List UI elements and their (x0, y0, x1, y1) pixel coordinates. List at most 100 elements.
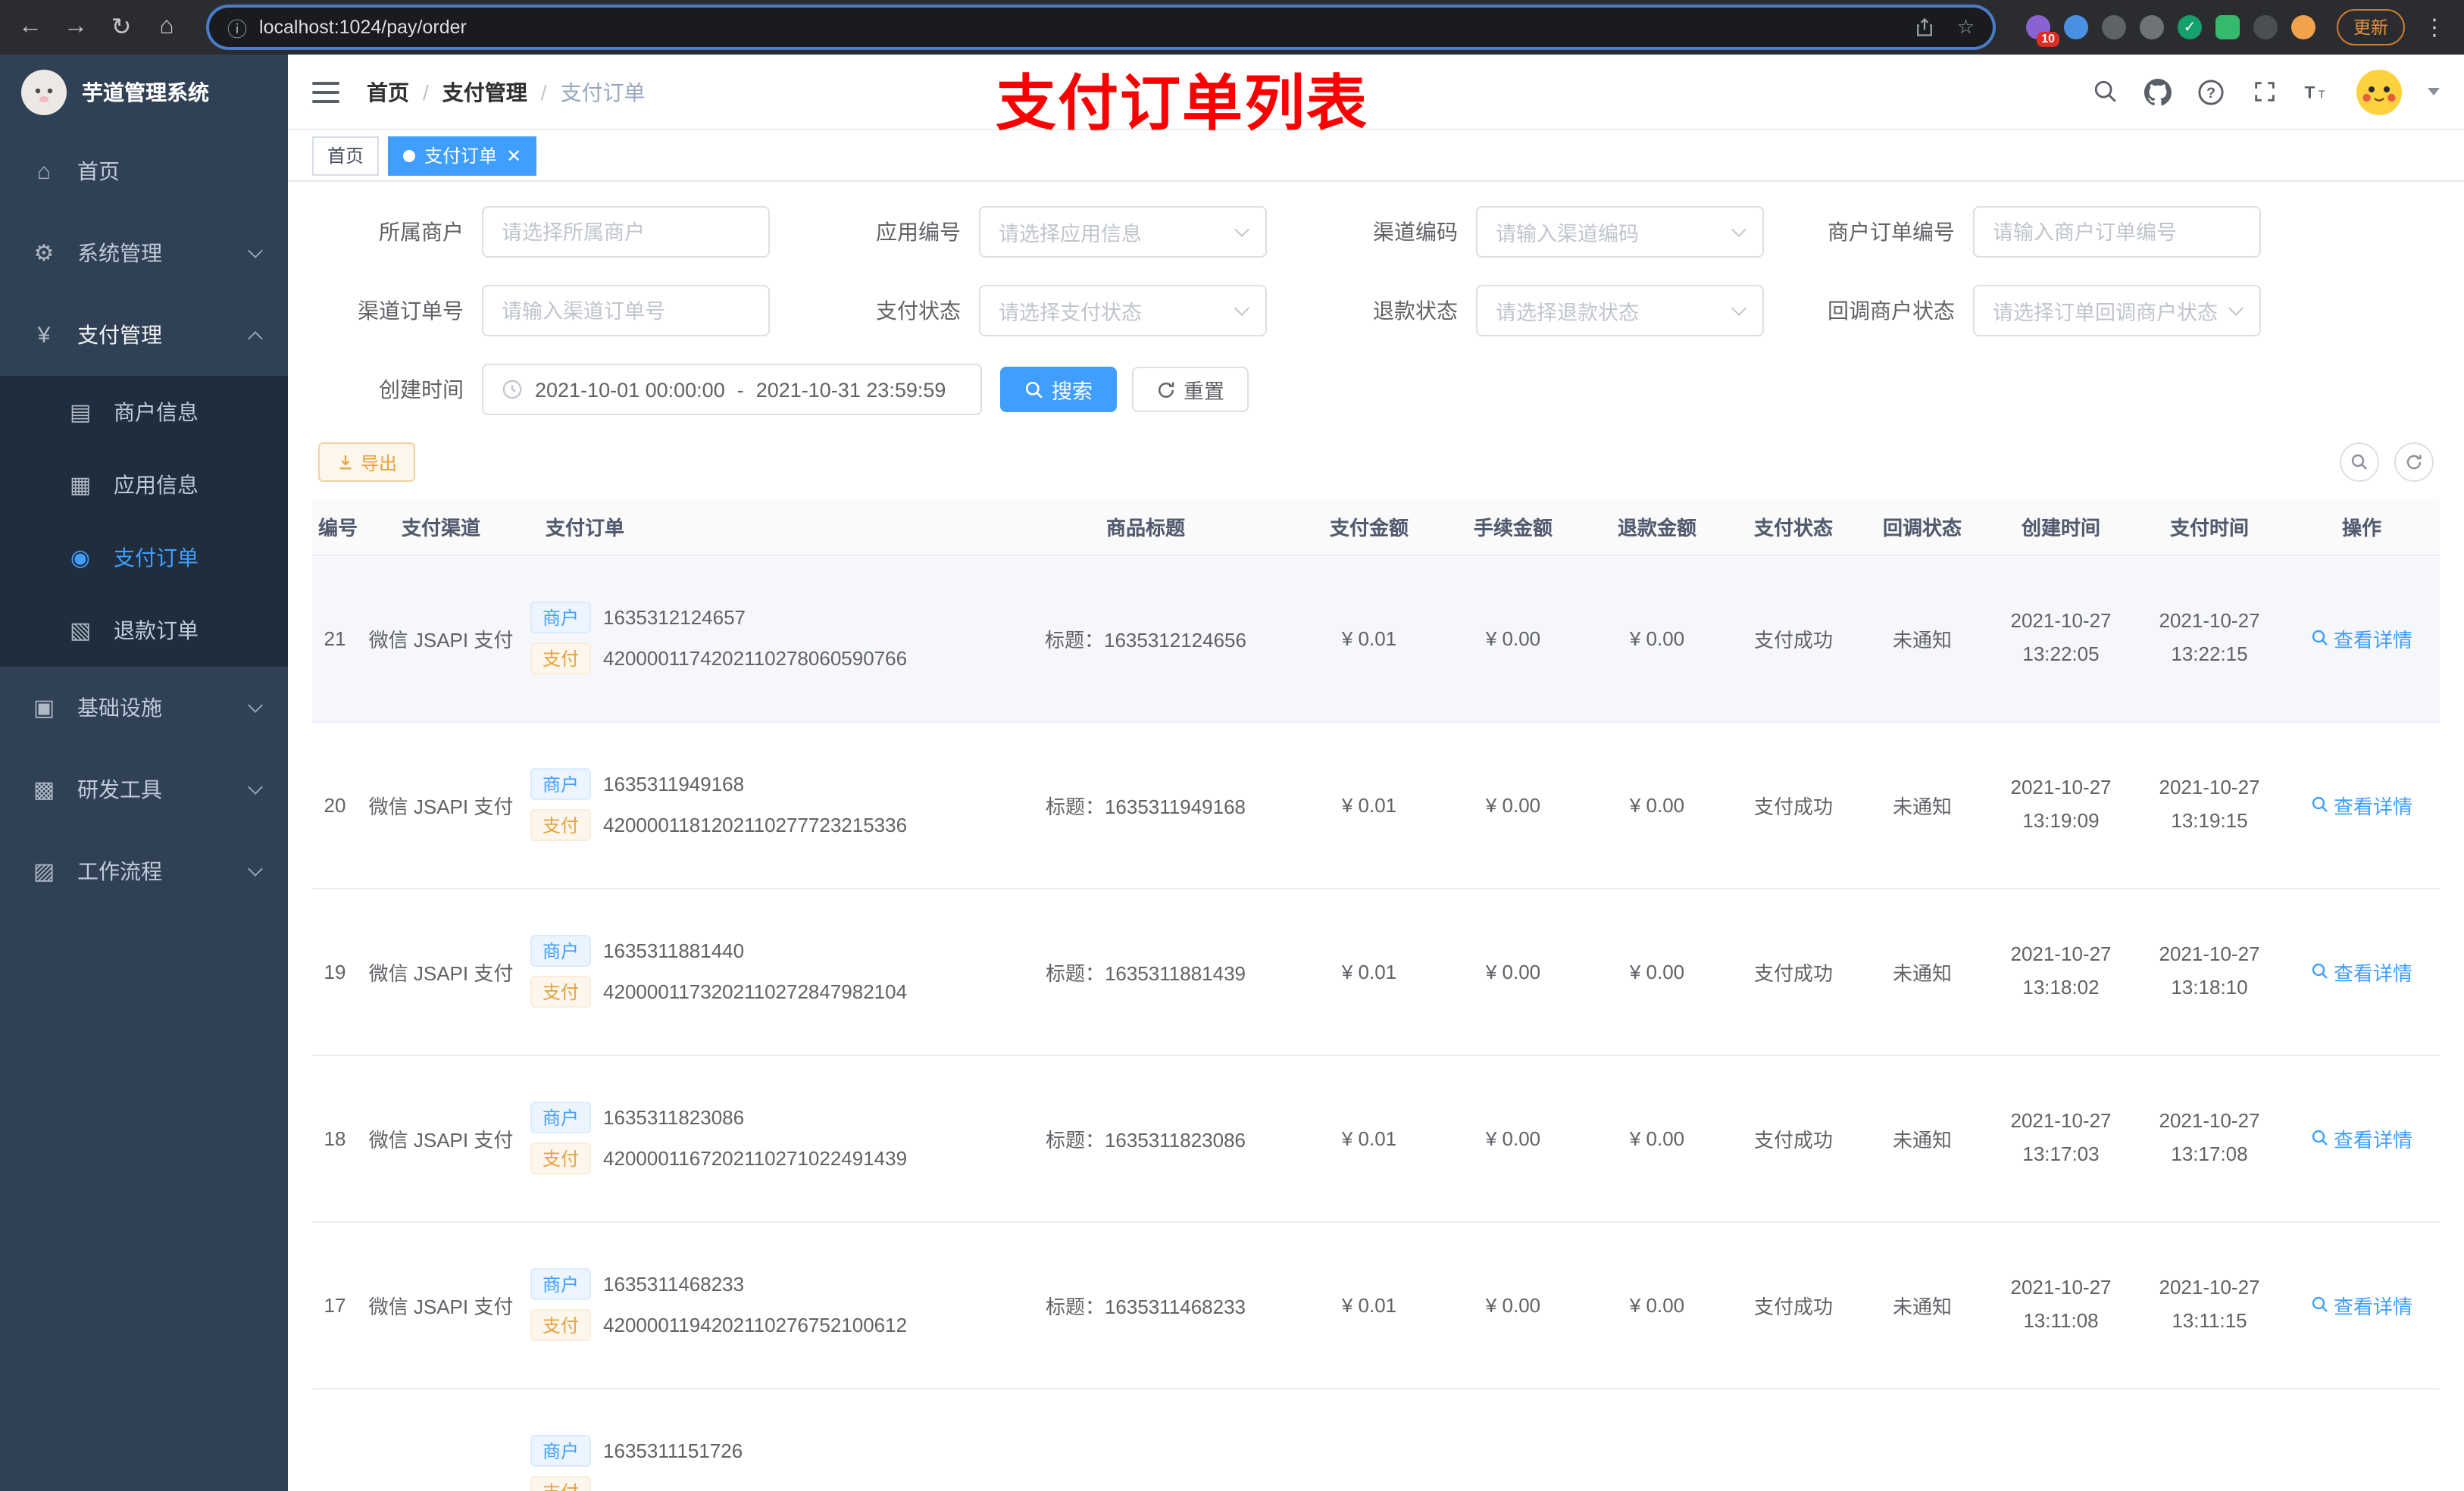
pay-tag: 支付 (530, 809, 592, 841)
merchant-order-no: 1635311823086 (603, 1106, 745, 1129)
table-row[interactable]: 20 微信 JSAPI 支付 商户 1635311949168 支付 4200001… (312, 721, 2440, 889)
date-start: 2021-10-01 00:00:00 (535, 378, 725, 401)
breadcrumb-current: 支付订单 (560, 80, 646, 104)
cell-amount: ¥ 0.01 (1297, 1055, 1441, 1222)
view-detail-link[interactable]: 查看详情 (2311, 1124, 2412, 1152)
extension-icon-2[interactable] (2064, 15, 2088, 39)
site-info-icon[interactable]: ⓘ (227, 13, 247, 42)
cell-amount: ¥ 0.01 (1297, 555, 1441, 722)
table-row[interactable]: 21 微信 JSAPI 支付 商户 1635312124657 支付 4200001… (312, 555, 2440, 722)
fullscreen-icon[interactable] (2250, 78, 2278, 105)
sidebar: 芋道管理系统 ⌂ 首页 ⚙ 系统管理 ¥ 支付管理 ▤ 商户信息 ▦ 应用信息 … (0, 55, 288, 1491)
cell-status: 支付成功 (1729, 888, 1858, 1055)
sidebar-item-pay-order[interactable]: ◉ 支付订单 (0, 521, 288, 594)
page-content: 所属商户 应用编号 请选择应用信息 渠道编码 请输入渠道编码 (288, 182, 2464, 1491)
forward-icon[interactable]: → (61, 14, 91, 41)
view-detail-link[interactable]: 查看详情 (2311, 624, 2412, 652)
profile-avatar[interactable] (2291, 15, 2315, 39)
refresh-table-button[interactable] (2394, 442, 2434, 482)
target-icon: ◉ (70, 545, 91, 571)
cell-channel: 微信 JSAPI 支付 (358, 888, 524, 1055)
browser-update-button[interactable]: 更新 (2337, 9, 2405, 45)
hamburger-icon[interactable] (312, 81, 339, 102)
view-detail-link[interactable]: 查看详情 (2311, 790, 2412, 819)
avatar-dropdown-icon[interactable] (2428, 88, 2440, 95)
table-row-partial[interactable]: 商户 1635311151726 支付 (312, 1388, 2440, 1491)
sidebar-item-system[interactable]: ⚙ 系统管理 (0, 212, 288, 294)
sidebar-item-home[interactable]: ⌂ 首页 (0, 130, 288, 212)
sidebar-item-devtools[interactable]: ▩ 研发工具 (0, 749, 288, 830)
user-avatar[interactable] (2356, 69, 2402, 114)
extension-icon-5[interactable]: ✓ (2178, 15, 2202, 39)
table-row[interactable]: 17 微信 JSAPI 支付 商户 1635311468233 支付 4200001… (312, 1221, 2440, 1389)
cell-refund: ¥ 0.00 (1585, 888, 1729, 1055)
view-detail-link[interactable]: 查看详情 (2311, 1290, 2412, 1319)
address-bar[interactable]: ⓘ localhost:1024/pay/order ☆ (209, 8, 1993, 47)
breadcrumb-pay[interactable]: 支付管理 (442, 77, 527, 107)
export-button[interactable]: 导出 (318, 442, 416, 482)
gear-icon: ⚙ (33, 241, 55, 267)
cell-amount: ¥ 0.01 (1297, 1221, 1441, 1389)
reset-button[interactable]: 重置 (1132, 367, 1249, 412)
sidebar-item-pay[interactable]: ¥ 支付管理 (0, 294, 288, 376)
cell-channel: 微信 JSAPI 支付 (358, 1221, 524, 1389)
view-detail-link[interactable]: 查看详情 (2311, 957, 2412, 986)
bookmark-star-icon[interactable]: ☆ (1957, 15, 1975, 39)
close-icon[interactable]: ✕ (506, 146, 521, 164)
merchant-order-no: 1635312124657 (603, 606, 746, 629)
briefcase-icon: ▨ (33, 859, 55, 885)
tag-home[interactable]: 首页 (312, 136, 380, 175)
dashboard-icon: ⌂ (36, 158, 52, 184)
sidebar-item-merchant-info[interactable]: ▤ 商户信息 (0, 376, 288, 449)
sidebar-item-refund-order[interactable]: ▧ 退款订单 (0, 594, 288, 667)
breadcrumb-home[interactable]: 首页 (367, 77, 409, 107)
tag-pay-order[interactable]: 支付订单 ✕ (388, 136, 537, 175)
cell-notify: 未通知 (1858, 888, 1987, 1055)
breadcrumb: 首页 / 支付管理 / 支付订单 (367, 77, 646, 107)
col-actions: 操作 (2284, 500, 2440, 555)
pay-order-no: 4200001181202110277723215336 (603, 814, 908, 836)
font-size-icon[interactable]: TT (2303, 78, 2331, 105)
channel-order-no-input[interactable] (482, 285, 770, 336)
sidebar-item-app-info[interactable]: ▦ 应用信息 (0, 449, 288, 521)
toggle-search-button[interactable] (2340, 442, 2379, 482)
extension-icon-4[interactable] (2140, 15, 2164, 39)
col-order: 支付订单 (524, 500, 994, 555)
browser-menu-icon[interactable]: ⋮ (2420, 14, 2449, 41)
extension-icon-3[interactable] (2102, 15, 2126, 39)
chevron-down-icon (2228, 300, 2244, 315)
col-created: 创建时间 (1987, 500, 2135, 555)
merchant-order-no-input[interactable] (1973, 206, 2261, 258)
merchant-filter-input[interactable] (482, 206, 770, 258)
filter-label-notify-status: 回调商户状态 (1828, 299, 1955, 323)
app-no-select[interactable]: 请选择应用信息 (979, 206, 1267, 258)
col-status: 支付状态 (1729, 500, 1858, 555)
cell-title: 标题：1635311881439 (994, 888, 1297, 1055)
sidebar-item-infrastructure[interactable]: ▣ 基础设施 (0, 667, 288, 749)
home-icon[interactable]: ⌂ (152, 14, 182, 41)
github-icon[interactable] (2144, 78, 2172, 105)
share-icon[interactable] (1915, 17, 1936, 38)
cell-paid: 2021-10-27 13:17:08 (2135, 1055, 2284, 1222)
sidebar-item-workflow[interactable]: ▨ 工作流程 (0, 830, 288, 912)
refund-status-select[interactable]: 请选择退款状态 (1476, 285, 1764, 336)
help-icon[interactable]: ? (2197, 78, 2225, 105)
table-row[interactable]: 18 微信 JSAPI 支付 商户 1635311823086 支付 4200001… (312, 1055, 2440, 1222)
back-icon[interactable]: ← (15, 14, 45, 41)
channel-code-select[interactable]: 请输入渠道编码 (1476, 206, 1764, 258)
notify-status-select[interactable]: 请选择订单回调商户状态 (1973, 285, 2261, 336)
create-time-range-picker[interactable]: 2021-10-01 00:00:00 - 2021-10-31 23:59:5… (482, 364, 982, 415)
extension-icon-1[interactable]: 10 (2026, 15, 2059, 47)
search-icon[interactable] (2091, 78, 2118, 105)
filter-label-create-time: 创建时间 (379, 377, 464, 402)
reload-icon[interactable]: ↻ (106, 12, 136, 42)
extension-icon-7[interactable] (2253, 15, 2278, 39)
filter-label-merchant-order-no: 商户订单编号 (1828, 220, 1955, 244)
chevron-down-icon (1234, 221, 1249, 236)
extension-icon-6[interactable] (2215, 15, 2240, 39)
search-button[interactable]: 搜索 (1000, 367, 1117, 412)
cell-title: 标题：1635311949168 (994, 721, 1297, 889)
pay-status-select[interactable]: 请选择支付状态 (979, 285, 1267, 336)
active-dot (403, 149, 416, 161)
table-row[interactable]: 19 微信 JSAPI 支付 商户 1635311881440 支付 4200001… (312, 888, 2440, 1055)
